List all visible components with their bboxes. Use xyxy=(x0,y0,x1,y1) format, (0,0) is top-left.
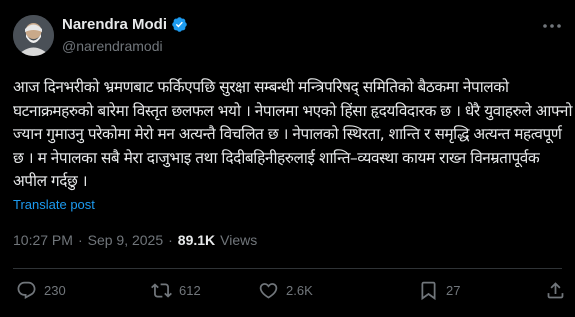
translate-post-link[interactable]: Translate post xyxy=(13,197,95,212)
verified-badge-icon xyxy=(171,16,188,33)
repost-count: 612 xyxy=(179,283,201,298)
bookmark-button[interactable]: 27 xyxy=(418,280,460,301)
tweet-time[interactable]: 10:27 PM xyxy=(13,232,73,248)
views-count: 89.1K xyxy=(177,232,216,248)
meta-separator: · xyxy=(77,232,83,248)
divider xyxy=(13,268,562,269)
repost-button[interactable]: 612 xyxy=(151,280,201,301)
bookmark-count: 27 xyxy=(446,283,461,298)
like-button[interactable]: 2.6K xyxy=(258,280,313,301)
heart-icon xyxy=(258,280,279,301)
reply-icon xyxy=(16,280,37,301)
author-name-row: Narendra Modi xyxy=(62,16,188,33)
tweet-date[interactable]: Sep 9, 2025 xyxy=(88,232,164,248)
author-handle[interactable]: @narendramodi xyxy=(62,38,163,54)
tweet-text: आज दिनभरीको भ्रमणबाट फर्किएपछि सुरक्षा स… xyxy=(13,78,573,190)
repost-icon xyxy=(151,280,172,301)
views-label: Views xyxy=(220,232,258,248)
avatar[interactable] xyxy=(13,15,54,56)
reply-button[interactable]: 230 xyxy=(16,280,66,301)
more-icon[interactable] xyxy=(541,18,563,32)
author-name[interactable]: Narendra Modi xyxy=(62,16,167,33)
tweet-meta: 10:27 PM · Sep 9, 2025 · 89.1K Views xyxy=(13,232,257,248)
bookmark-icon xyxy=(418,280,439,301)
share-button[interactable] xyxy=(545,280,566,301)
like-count: 2.6K xyxy=(286,283,313,298)
meta-separator: · xyxy=(168,232,173,248)
reply-count: 230 xyxy=(44,283,66,298)
share-icon xyxy=(545,280,566,301)
action-bar: 230 612 2.6K 27 xyxy=(13,280,564,306)
